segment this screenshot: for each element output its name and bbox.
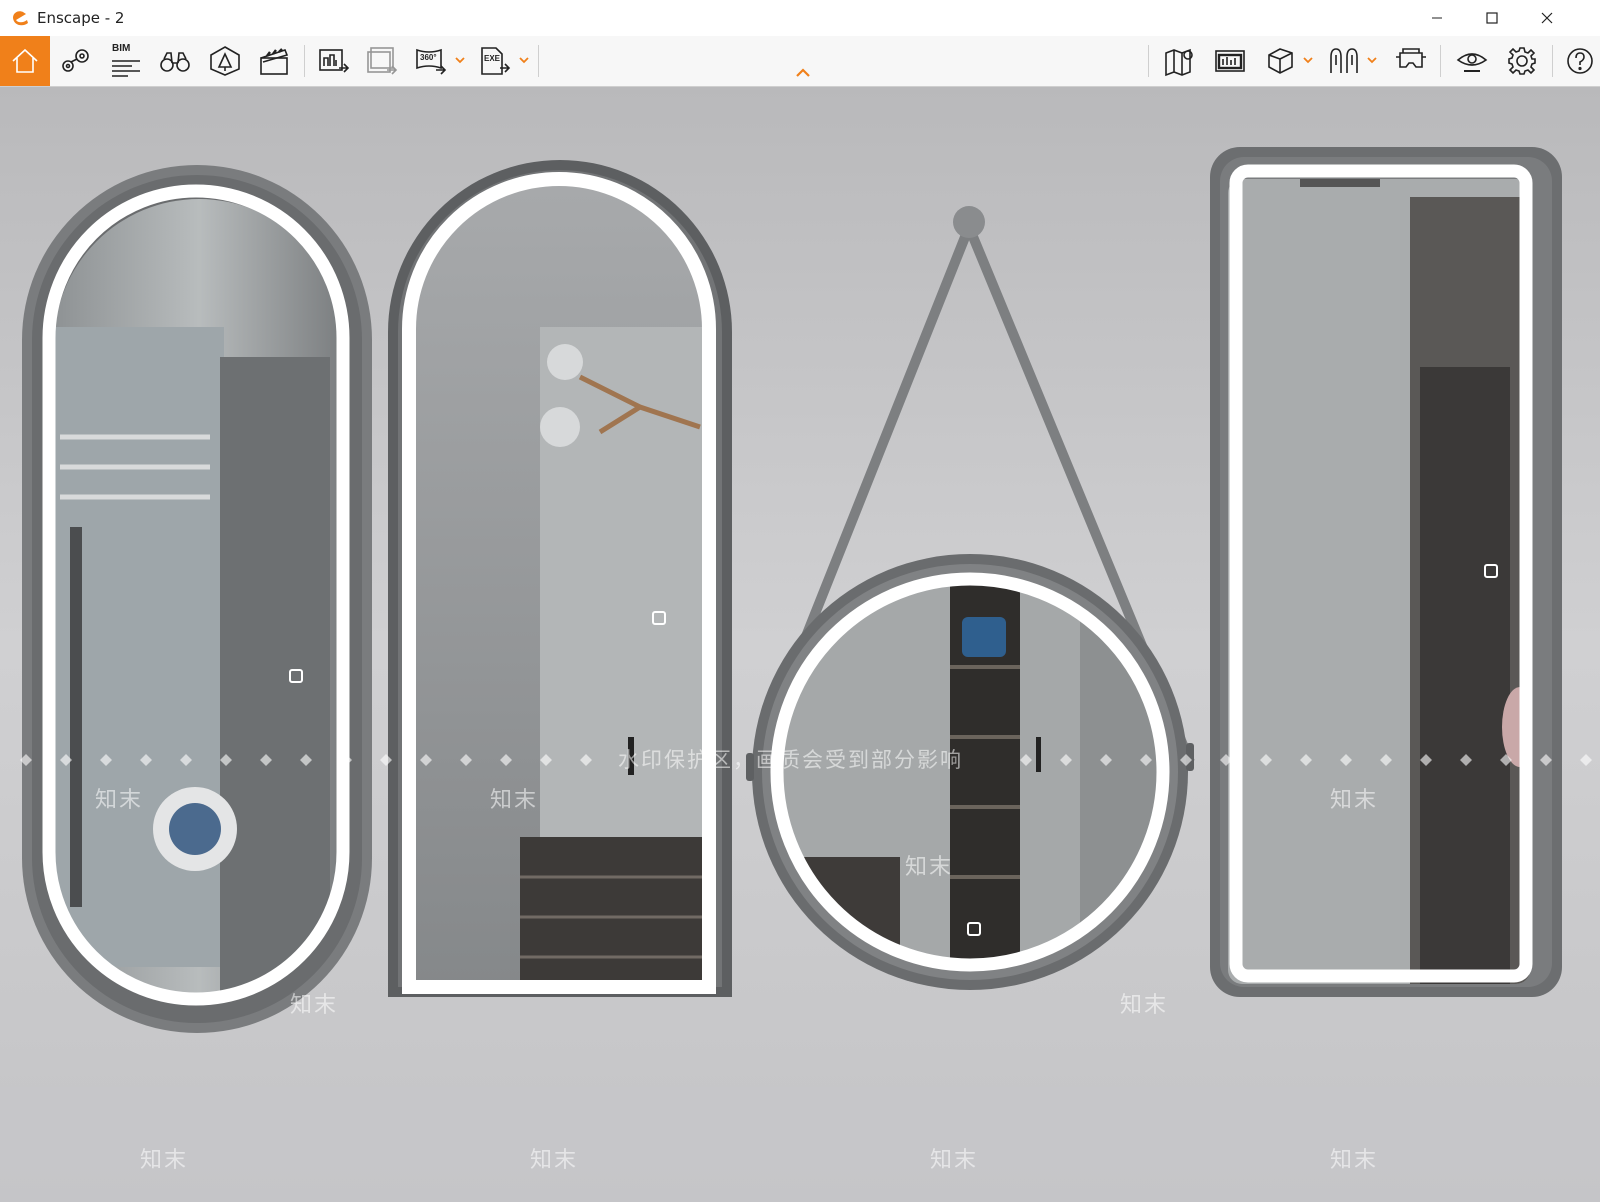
render-export-icon — [319, 49, 350, 73]
chevron-down-icon — [1303, 57, 1313, 64]
home-icon — [12, 48, 38, 73]
gear-icon — [1508, 47, 1536, 75]
cube-dropdown-caret[interactable] — [1302, 53, 1314, 67]
panorama-360-label: 360° — [420, 53, 437, 62]
chevron-down-icon — [519, 57, 529, 64]
watermark-tile: 知末 — [1330, 787, 1379, 812]
video-editor-button[interactable] — [253, 36, 295, 86]
render-viewport[interactable]: 水印保护区，画质会受到部分影响 知末 知末 知末 知末 知末 知末 知末 知末 … — [0, 87, 1600, 1202]
title-bar: Enscape - 2 — [0, 0, 1600, 36]
home-button[interactable] — [0, 36, 50, 86]
watermark-tile: 知末 — [930, 1147, 979, 1172]
binoculars-icon — [160, 52, 190, 72]
oval-mirror — [22, 165, 372, 1033]
visual-settings-button[interactable] — [1452, 36, 1492, 86]
people-button[interactable] — [1324, 36, 1364, 86]
vr-headset-icon — [1396, 48, 1426, 68]
settings-button[interactable] — [1502, 36, 1542, 86]
rectangular-mirror — [1210, 147, 1562, 997]
watermark-tile: 知末 — [290, 992, 339, 1017]
help-icon — [1567, 48, 1593, 74]
bim-icon: BIM — [110, 43, 142, 77]
render-export-button[interactable] — [314, 36, 354, 86]
chevron-down-icon — [1367, 57, 1377, 64]
watermark-tile: 知末 — [490, 787, 539, 812]
scene-render — [0, 87, 1600, 1202]
toolbar: BIM 360° EXE — [0, 36, 1600, 87]
watermark-caption: 水印保护区，画质会受到部分影响 — [618, 749, 963, 772]
clapperboard-icon — [260, 48, 289, 75]
bim-lines-icon — [112, 60, 140, 77]
chevron-down-icon — [455, 57, 465, 64]
map-pin-icon — [62, 49, 89, 72]
toolbar-separator — [1148, 45, 1149, 77]
vr-headset-button[interactable] — [1390, 36, 1432, 86]
bim-button[interactable]: BIM — [106, 36, 146, 86]
asset-library-icon — [210, 46, 240, 76]
panorama-360-button[interactable]: 360° — [410, 36, 452, 86]
watermark-tile: 知末 — [1120, 992, 1169, 1017]
maximize-button[interactable] — [1469, 0, 1515, 36]
panorama-360-icon: 360° — [414, 46, 448, 76]
watermark-tile: 知末 — [140, 1147, 189, 1172]
close-icon — [1541, 12, 1553, 24]
asset-library-button[interactable] — [204, 36, 246, 86]
exe-label: EXE — [484, 54, 501, 63]
wall-hook — [953, 206, 985, 238]
map-view-button[interactable] — [1160, 36, 1200, 86]
toolbar-separator — [1552, 45, 1553, 77]
map-pin-button[interactable] — [55, 36, 95, 86]
maximize-icon — [1486, 12, 1498, 24]
eye-icon — [1456, 53, 1488, 72]
panorama-dropdown-caret[interactable] — [454, 53, 466, 67]
toolbar-separator — [1440, 45, 1441, 77]
toolbar-separator — [538, 45, 539, 77]
close-button[interactable] — [1524, 0, 1570, 36]
arched-mirror — [388, 160, 732, 997]
enscape-logo-icon — [13, 11, 28, 26]
window-title: Enscape - 2 — [37, 9, 125, 27]
exe-export-button[interactable]: EXE — [474, 36, 516, 86]
people-dropdown-caret[interactable] — [1366, 53, 1378, 67]
help-button[interactable] — [1562, 36, 1598, 86]
collapse-toolbar-button[interactable] — [795, 66, 811, 80]
minimize-icon — [1432, 17, 1442, 19]
batch-render-icon — [367, 47, 398, 75]
watermark-tile: 知末 — [95, 787, 144, 812]
screen-capture-icon — [1215, 50, 1245, 72]
toolbar-separator — [304, 45, 305, 77]
map-view-icon — [1165, 48, 1193, 77]
cube-icon — [1268, 48, 1293, 74]
watermark-tile: 知末 — [1330, 1147, 1379, 1172]
watermark-tile: 知末 — [905, 854, 954, 879]
binoculars-button[interactable] — [154, 36, 196, 86]
screen-capture-button[interactable] — [1210, 36, 1250, 86]
people-icon — [1330, 48, 1358, 73]
minimize-button[interactable] — [1414, 0, 1460, 36]
chevron-up-icon — [796, 68, 810, 77]
batch-render-button[interactable] — [362, 36, 402, 86]
watermark-tile: 知末 — [530, 1147, 579, 1172]
exe-dropdown-caret[interactable] — [518, 53, 530, 67]
exe-export-icon: EXE — [478, 46, 512, 76]
cube-view-button[interactable] — [1260, 36, 1300, 86]
